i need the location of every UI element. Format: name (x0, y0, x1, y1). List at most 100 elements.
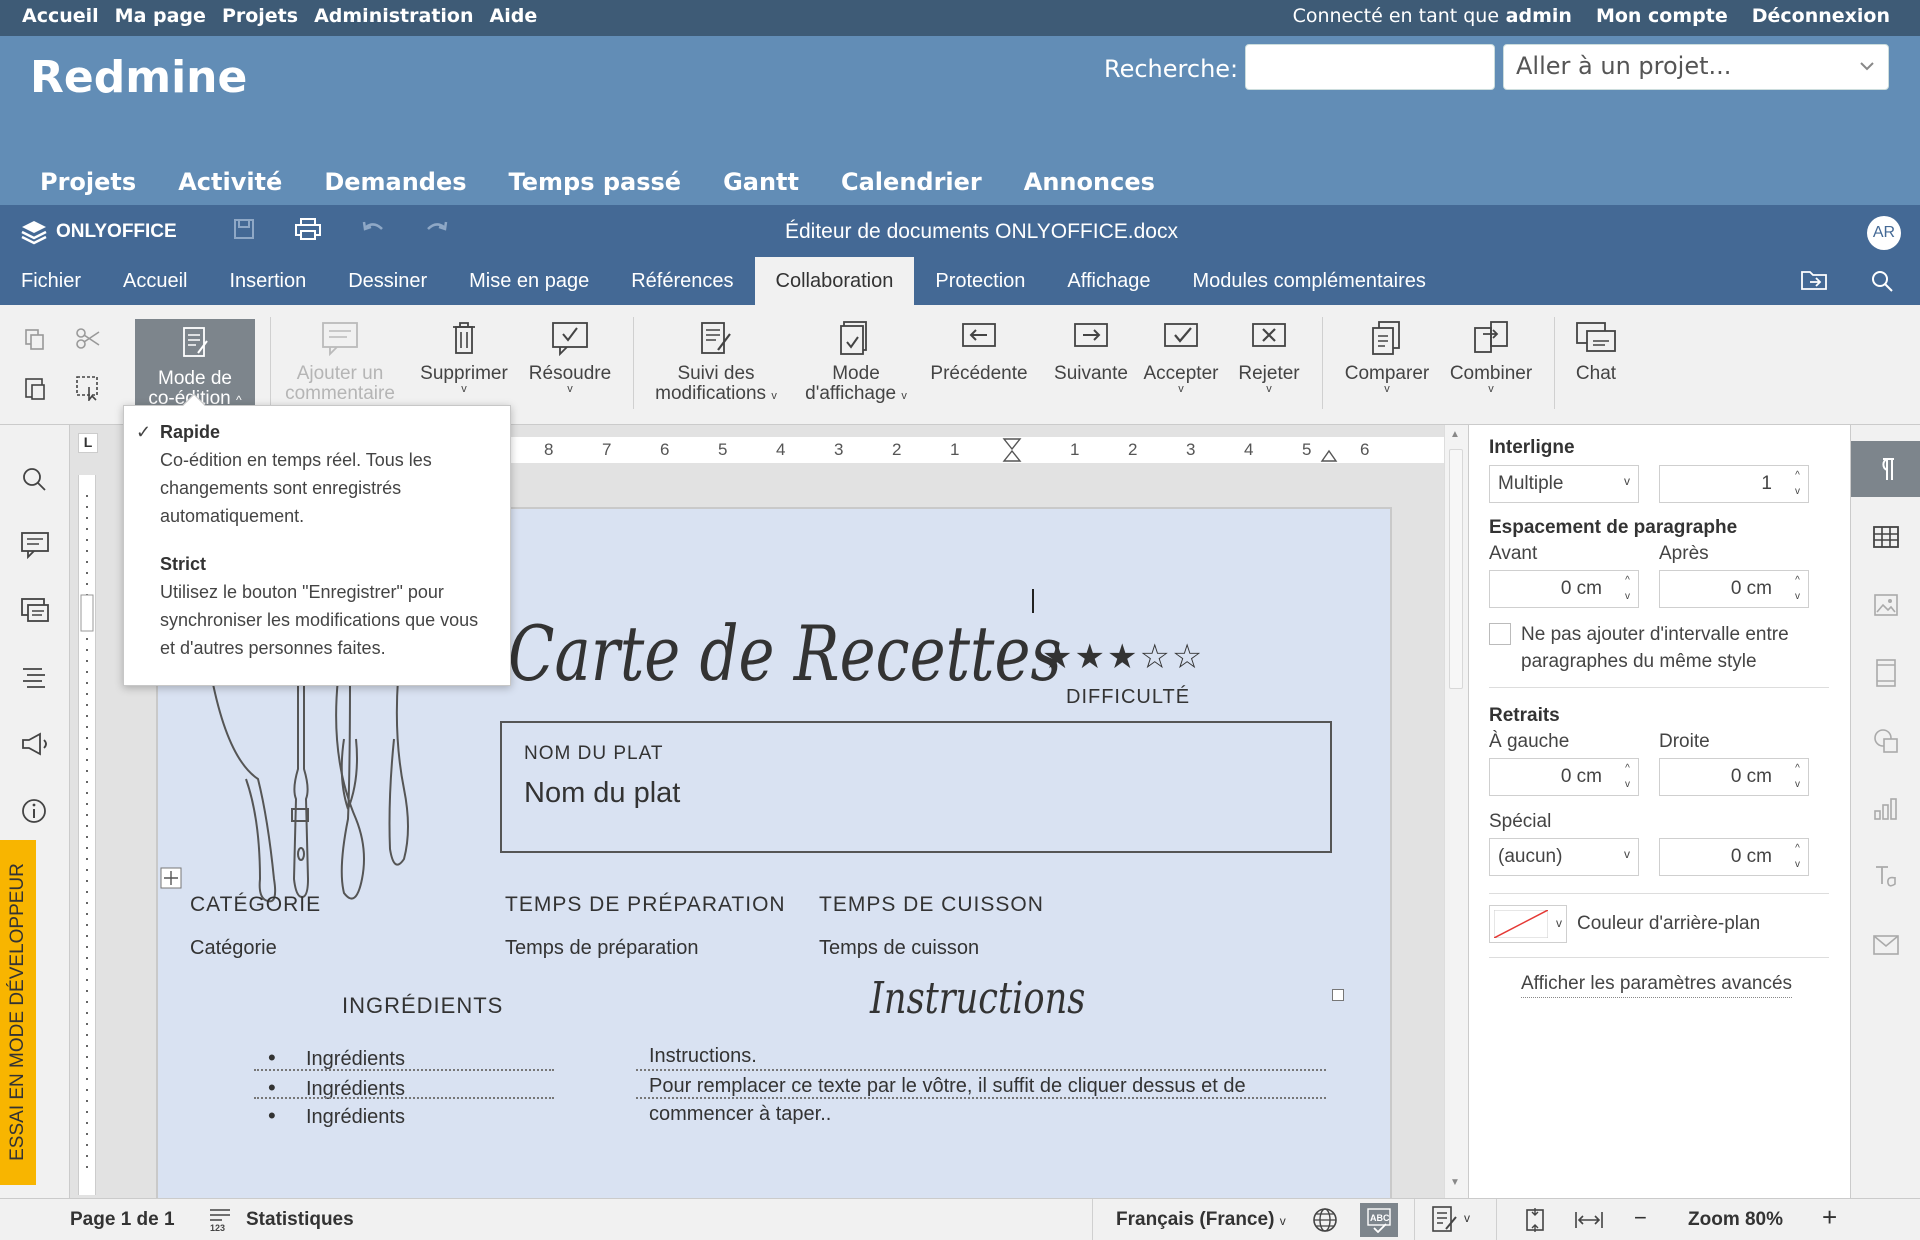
tab-draw[interactable]: Dessiner (327, 257, 448, 305)
fit-width-icon[interactable] (1574, 1207, 1604, 1233)
spinner-arrows-icon[interactable]: ^ v (1795, 761, 1800, 793)
select-all-icon[interactable] (75, 375, 101, 401)
add-comment-button[interactable]: Ajouter un commentaire (285, 320, 395, 404)
chat-button[interactable]: Chat (1568, 320, 1624, 384)
spinner-arrows-icon[interactable]: ^ v (1795, 841, 1800, 873)
paste-icon[interactable] (23, 375, 47, 401)
left-indent-input[interactable]: 0 cm ^ v (1489, 758, 1639, 796)
redo-icon[interactable] (424, 219, 450, 239)
table-settings-tab[interactable] (1851, 509, 1920, 565)
prep-time-label[interactable]: TEMPS DE PRÉPARATION (505, 893, 786, 917)
spacing-before-input[interactable]: 0 cm ^ v (1489, 570, 1639, 608)
next-change-button[interactable]: Suivante (1044, 320, 1138, 384)
difficulty-stars[interactable]: ★★★☆☆ (1042, 637, 1204, 677)
ingredient-item[interactable]: • Ingrédients (268, 1103, 405, 1129)
menu-gantt[interactable]: Gantt (723, 168, 799, 196)
special-indent-select[interactable]: (aucun) v (1489, 838, 1639, 876)
ingredient-text[interactable]: Ingrédients (306, 1106, 405, 1128)
spinner-arrows-icon[interactable]: ^ v (1795, 573, 1800, 605)
top-link-my-page[interactable]: Ma page (115, 5, 206, 27)
top-link-projects[interactable]: Projets (222, 5, 298, 27)
compare-button[interactable]: Comparer v (1336, 320, 1438, 395)
ingredient-text[interactable]: Ingrédients (306, 1048, 405, 1070)
logout-link[interactable]: Déconnexion (1752, 5, 1890, 27)
top-link-help[interactable]: Aide (490, 5, 538, 27)
spacing-after-input[interactable]: 0 cm ^ v (1659, 570, 1809, 608)
scroll-up-arrow[interactable]: ▲ (1450, 429, 1460, 440)
cook-time-value[interactable]: Temps de cuisson (819, 937, 979, 960)
navigation-icon[interactable] (20, 665, 48, 689)
special-indent-input[interactable]: 0 cm ^ v (1659, 838, 1809, 876)
menu-time-spent[interactable]: Temps passé (509, 168, 682, 196)
fit-page-icon[interactable] (1522, 1207, 1548, 1233)
dish-name-label[interactable]: NOM DU PLAT (524, 743, 663, 765)
tab-home[interactable]: Accueil (102, 257, 208, 305)
advanced-settings-link[interactable]: Afficher les paramètres avancés (1521, 973, 1793, 998)
coedit-option-fast[interactable]: Rapide Co-édition en temps réel. Tous le… (160, 418, 490, 530)
undo-icon[interactable] (360, 219, 386, 239)
ingredients-heading[interactable]: INGRÉDIENTS (342, 993, 503, 1019)
zoom-out-button[interactable]: − (1634, 1205, 1647, 1231)
tab-protection[interactable]: Protection (914, 257, 1046, 305)
image-settings-tab[interactable] (1851, 577, 1920, 633)
menu-projects[interactable]: Projets (40, 168, 136, 196)
chart-settings-tab[interactable] (1851, 781, 1920, 837)
globe-icon[interactable] (1312, 1207, 1338, 1233)
menu-issues[interactable]: Demandes (324, 168, 466, 196)
tab-stop-selector[interactable]: L (78, 433, 98, 453)
scrollbar-thumb[interactable] (1449, 449, 1463, 689)
track-changes-status-button[interactable]: v (1430, 1205, 1480, 1235)
project-jump-select[interactable]: Aller à un projet... (1503, 44, 1889, 90)
background-color-picker[interactable]: v (1489, 905, 1567, 943)
ingredient-item[interactable]: • Ingrédients (268, 1045, 405, 1071)
prep-time-value[interactable]: Temps de préparation (505, 937, 698, 960)
previous-change-button[interactable]: Précédente (926, 320, 1032, 384)
difficulty-label[interactable]: DIFFICULTÉ (1066, 686, 1190, 709)
no-interval-label[interactable]: Ne pas ajouter d'intervalle entre paragr… (1521, 621, 1821, 675)
menu-news[interactable]: Annonces (1024, 168, 1155, 196)
search-icon[interactable] (20, 465, 48, 493)
instruction-line[interactable]: Pour remplacer ce texte par le vôtre, il… (649, 1075, 1246, 1098)
category-label[interactable]: CATÉGORIE (190, 893, 321, 917)
recipe-card-title[interactable]: Carte de Recettes (508, 609, 1062, 698)
scroll-down-arrow[interactable]: ▼ (1450, 1177, 1460, 1188)
page-counter[interactable]: Page 1 de 1 (70, 1209, 175, 1231)
shape-settings-tab[interactable] (1851, 713, 1920, 769)
category-value[interactable]: Catégorie (190, 937, 277, 960)
display-mode-button[interactable]: Mode d'affichage v (798, 320, 914, 406)
statistics-button[interactable]: Statistiques (246, 1209, 354, 1231)
my-account-link[interactable]: Mon compte (1596, 5, 1728, 27)
text-art-settings-tab[interactable] (1851, 849, 1920, 905)
track-changes-button[interactable]: Suivi des modifications v (648, 320, 784, 406)
accept-change-button[interactable]: Accepter v (1136, 320, 1226, 395)
instruction-line[interactable]: commencer à taper.. (649, 1103, 831, 1126)
spinner-arrows-icon[interactable]: ^ v (1625, 761, 1630, 793)
tab-collaboration[interactable]: Collaboration (754, 257, 915, 305)
tab-file[interactable]: Fichier (0, 257, 102, 305)
spinner-arrows-icon[interactable]: ^ v (1795, 468, 1800, 500)
no-interval-checkbox[interactable] (1489, 623, 1511, 645)
word-count-icon[interactable]: 123 (208, 1207, 232, 1233)
delete-comment-button[interactable]: Supprimer v (416, 320, 512, 395)
instructions-heading[interactable]: Instructions (870, 973, 1085, 1024)
combine-button[interactable]: Combiner v (1442, 320, 1540, 395)
instruction-line[interactable]: Instructions. (649, 1045, 757, 1068)
tab-layout[interactable]: Mise en page (448, 257, 610, 305)
cut-icon[interactable] (75, 327, 101, 351)
menu-calendar[interactable]: Calendrier (841, 168, 982, 196)
top-link-administration[interactable]: Administration (314, 5, 473, 27)
line-spacing-value-input[interactable]: 1 ^ v (1659, 465, 1809, 503)
spellcheck-toggle[interactable]: ABC (1360, 1203, 1398, 1237)
reject-change-button[interactable]: Rejeter v (1229, 320, 1309, 395)
header-footer-settings-tab[interactable] (1851, 645, 1920, 701)
line-spacing-mode-select[interactable]: Multiple v (1489, 465, 1639, 503)
zoom-level[interactable]: Zoom 80% (1688, 1209, 1783, 1231)
tab-view[interactable]: Affichage (1046, 257, 1171, 305)
resolve-comment-button[interactable]: Résoudre v (524, 320, 616, 395)
mail-merge-settings-tab[interactable] (1851, 917, 1920, 973)
copy-icon[interactable] (23, 327, 47, 351)
feedback-icon[interactable] (20, 731, 50, 757)
table-resize-handle[interactable] (1332, 989, 1344, 1001)
paragraph-settings-tab[interactable] (1851, 441, 1920, 497)
search-icon[interactable] (1870, 269, 1894, 293)
